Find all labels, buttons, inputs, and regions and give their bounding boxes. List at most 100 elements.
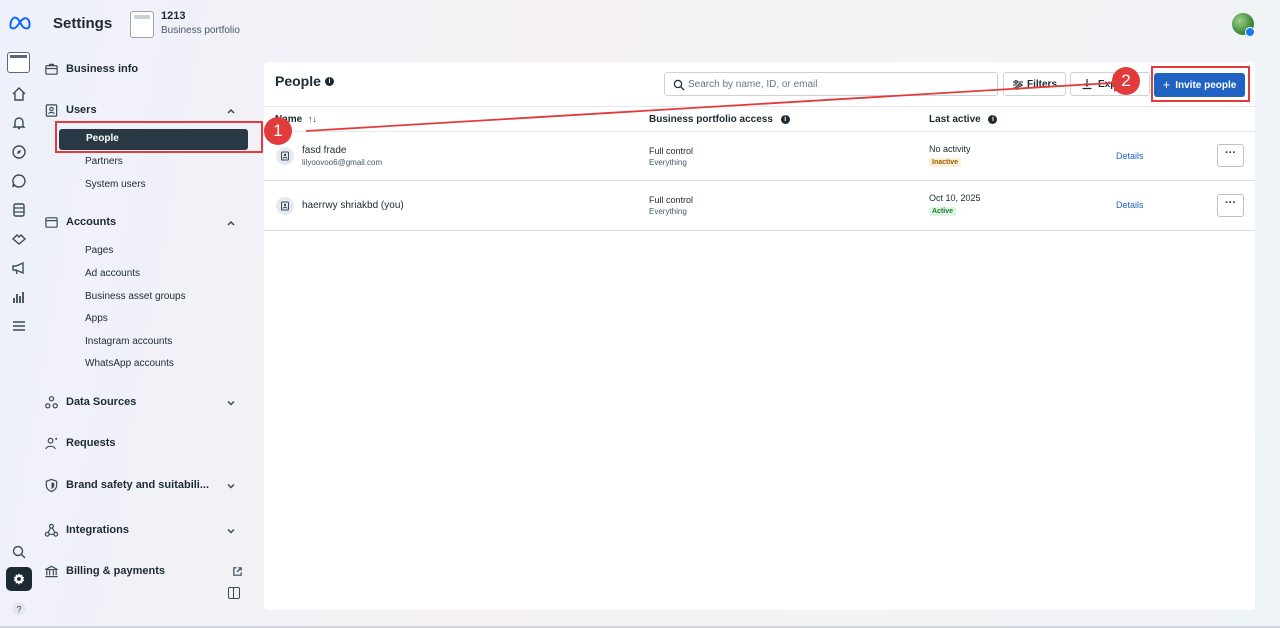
messages-icon[interactable] bbox=[7, 169, 31, 193]
sidebar-item-label: Requests bbox=[66, 437, 116, 449]
column-label: Name bbox=[275, 114, 303, 125]
sidebar-section-label: Users bbox=[66, 104, 97, 116]
search-icon[interactable] bbox=[7, 540, 31, 564]
panel-title: People bbox=[275, 73, 321, 89]
sidebar-section-accounts[interactable]: Accounts bbox=[45, 216, 117, 228]
partnerships-icon[interactable] bbox=[7, 227, 31, 251]
column-header-access: Business portfolio access i bbox=[649, 114, 790, 125]
status-badge: Inactive bbox=[929, 158, 962, 167]
column-label: Business portfolio access bbox=[649, 114, 773, 125]
svg-text:?: ? bbox=[16, 605, 21, 615]
notifications-icon[interactable] bbox=[7, 111, 31, 135]
sidebar-section-brand-safety[interactable]: Brand safety and suitabili... bbox=[45, 478, 210, 493]
person-email: lilyoovoo6@gmail.com bbox=[302, 158, 383, 167]
sidebar-section-label: Integrations bbox=[66, 524, 129, 536]
sidebar-item-system-users[interactable]: System users bbox=[85, 179, 146, 190]
status-badge: Active bbox=[929, 207, 957, 216]
sidebar-section-data-sources[interactable]: Data Sources bbox=[45, 396, 136, 409]
sidebar-item-billing[interactable]: Billing & payments bbox=[45, 565, 166, 578]
portfolio-switcher-icon[interactable] bbox=[7, 52, 30, 73]
chevron-down-icon[interactable] bbox=[226, 481, 236, 491]
access-level: Full control bbox=[649, 146, 694, 156]
details-link[interactable]: Details bbox=[1116, 151, 1144, 161]
search-box[interactable] bbox=[664, 72, 998, 96]
business-info-icon bbox=[45, 63, 58, 75]
accounts-icon bbox=[45, 217, 58, 228]
sidebar: Business info Users People Partners Syst… bbox=[38, 48, 262, 628]
table-row[interactable]: fasd frade lilyoovoo6@gmail.com Full con… bbox=[264, 132, 1255, 181]
sidebar-item-business-info[interactable]: Business info bbox=[45, 63, 139, 75]
person-name[interactable]: haerrwy shriakbd (you) bbox=[302, 200, 404, 211]
export-icon bbox=[1082, 79, 1092, 90]
table-row[interactable]: haerrwy shriakbd (you) Full control Ever… bbox=[264, 182, 1255, 231]
help-icon[interactable]: ? bbox=[7, 597, 31, 621]
page-title: Settings bbox=[53, 15, 113, 32]
ads-megaphone-icon[interactable] bbox=[7, 256, 31, 280]
sidebar-item-pages[interactable]: Pages bbox=[85, 245, 113, 256]
requests-icon bbox=[45, 437, 58, 450]
person-name[interactable]: fasd frade bbox=[302, 145, 346, 156]
sidebar-item-label: Business info bbox=[66, 63, 139, 75]
invite-people-button[interactable]: + Invite people bbox=[1154, 73, 1245, 97]
bank-icon bbox=[45, 565, 58, 578]
insights-chart-icon[interactable] bbox=[7, 285, 31, 309]
sort-icon[interactable]: ↑↓ bbox=[308, 114, 317, 124]
chevron-down-icon[interactable] bbox=[226, 398, 236, 408]
external-link-icon[interactable] bbox=[232, 566, 243, 577]
plus-icon: + bbox=[1162, 77, 1171, 92]
sidebar-item-instagram-accounts[interactable]: Instagram accounts bbox=[85, 336, 172, 347]
sidebar-item-partners[interactable]: Partners bbox=[85, 156, 123, 167]
integrations-icon bbox=[44, 523, 59, 537]
last-active: No activity bbox=[929, 144, 971, 154]
column-header-name[interactable]: Name ↑↓ bbox=[275, 114, 317, 125]
sidebar-item-apps[interactable]: Apps bbox=[85, 313, 108, 324]
person-icon bbox=[276, 197, 294, 215]
sidebar-section-integrations[interactable]: Integrations bbox=[44, 523, 129, 537]
shield-icon bbox=[45, 478, 58, 493]
table-header: Name ↑↓ Business portfolio access i Last… bbox=[264, 106, 1255, 132]
portfolio-name[interactable]: 1213 bbox=[161, 10, 185, 22]
home-icon[interactable] bbox=[7, 82, 31, 106]
access-scope: Everything bbox=[649, 158, 687, 167]
portfolio-subtitle: Business portfolio bbox=[161, 25, 240, 36]
access-scope: Everything bbox=[649, 207, 687, 216]
details-link[interactable]: Details bbox=[1116, 200, 1144, 210]
chevron-down-icon[interactable] bbox=[226, 526, 236, 536]
sidebar-item-label: Billing & payments bbox=[66, 565, 166, 577]
sidebar-item-ad-accounts[interactable]: Ad accounts bbox=[85, 268, 140, 279]
last-active: Oct 10, 2025 bbox=[929, 193, 981, 203]
people-panel: People i Filters Exp + Invite people Nam… bbox=[264, 62, 1255, 610]
more-options-button[interactable]: ··· bbox=[1217, 144, 1244, 167]
sidebar-item-whatsapp-accounts[interactable]: WhatsApp accounts bbox=[85, 358, 174, 369]
info-icon[interactable]: i bbox=[988, 114, 998, 124]
invite-label: Invite people bbox=[1175, 79, 1237, 91]
filters-button[interactable]: Filters bbox=[1003, 72, 1066, 96]
top-bar: Settings 1213 Business portfolio bbox=[0, 0, 1280, 48]
sidebar-section-users[interactable]: Users bbox=[45, 104, 97, 117]
chevron-up-icon[interactable] bbox=[226, 218, 236, 228]
chevron-up-icon[interactable] bbox=[226, 106, 236, 116]
sidebar-item-people[interactable]: People bbox=[59, 129, 248, 150]
person-icon bbox=[276, 147, 294, 165]
sidebar-section-label: Accounts bbox=[66, 216, 117, 228]
collapse-sidebar-icon[interactable] bbox=[228, 587, 240, 599]
meta-logo-icon[interactable] bbox=[8, 14, 32, 32]
menu-icon[interactable] bbox=[7, 314, 31, 338]
sidebar-item-requests[interactable]: Requests bbox=[45, 437, 116, 450]
column-label: Last active bbox=[929, 114, 981, 125]
info-icon[interactable]: i bbox=[325, 77, 334, 86]
export-button[interactable]: Exp bbox=[1070, 72, 1150, 96]
filters-label: Filters bbox=[1027, 78, 1058, 90]
settings-gear-icon[interactable] bbox=[6, 567, 32, 591]
access-level: Full control bbox=[649, 195, 694, 205]
explore-icon[interactable] bbox=[7, 140, 31, 164]
search-input[interactable] bbox=[688, 76, 988, 93]
sidebar-section-label: Brand safety and suitabili... bbox=[66, 479, 210, 491]
info-icon[interactable]: i bbox=[780, 114, 790, 124]
more-options-button[interactable]: ··· bbox=[1217, 194, 1244, 217]
data-sources-icon bbox=[45, 396, 58, 409]
portfolio-thumbnail-icon[interactable] bbox=[130, 11, 154, 38]
search-icon bbox=[673, 79, 685, 91]
sidebar-item-business-asset-groups[interactable]: Business asset groups bbox=[85, 291, 186, 302]
content-icon[interactable] bbox=[7, 198, 31, 222]
